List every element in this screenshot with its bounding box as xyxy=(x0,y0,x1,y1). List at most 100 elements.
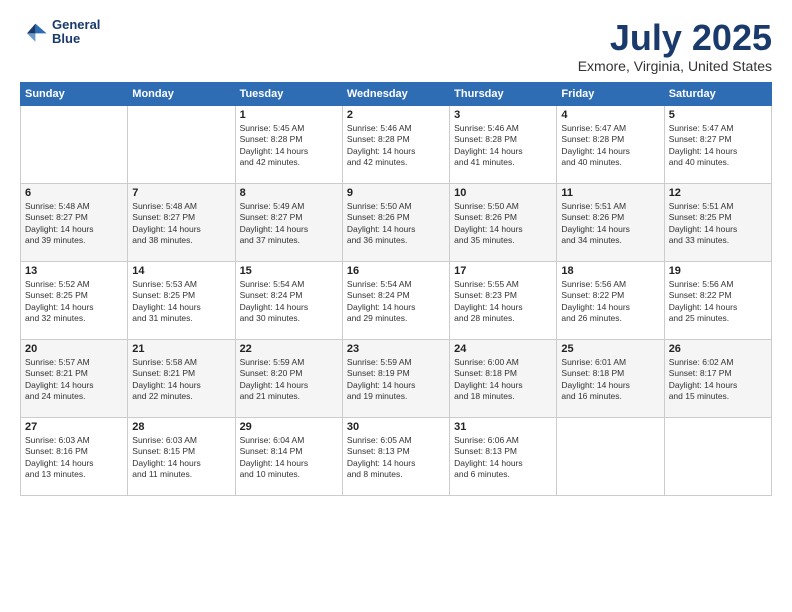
day-info: Sunrise: 6:04 AM Sunset: 8:14 PM Dayligh… xyxy=(240,435,338,481)
day-number: 13 xyxy=(25,265,123,277)
day-info: Sunrise: 5:58 AM Sunset: 8:21 PM Dayligh… xyxy=(132,357,230,403)
day-info: Sunrise: 6:03 AM Sunset: 8:16 PM Dayligh… xyxy=(25,435,123,481)
day-cell: 2Sunrise: 5:46 AM Sunset: 8:28 PM Daylig… xyxy=(342,105,449,183)
day-info: Sunrise: 5:46 AM Sunset: 8:28 PM Dayligh… xyxy=(454,123,552,169)
day-cell: 18 Sunrise: 5:56 AM Sunset: 8:22 PM Dayli… xyxy=(557,261,664,339)
week-row-4: 20 Sunrise: 5:57 AM Sunset: 8:21 PM Dayli… xyxy=(21,339,772,417)
day-number: 23 xyxy=(347,343,445,355)
week-row-1: 1 Sunrise: 5:45 AM Sunset: 8:28 PM Daylig… xyxy=(21,105,772,183)
day-number: 21 xyxy=(132,343,230,355)
day-number: 12 xyxy=(669,187,767,199)
day-cell: 26 Sunrise: 6:02 AM Sunset: 8:17 PM Dayli… xyxy=(664,339,771,417)
day-info: Sunrise: 6:05 AM Sunset: 8:13 PM Dayligh… xyxy=(347,435,445,481)
day-info: Sunrise: 5:49 AM Sunset: 8:27 PM Dayligh… xyxy=(240,201,338,247)
calendar-table: SundayMondayTuesdayWednesdayThursdayFrid… xyxy=(20,82,772,496)
day-info: Sunrise: 6:06 AM Sunset: 8:13 PM Dayligh… xyxy=(454,435,552,481)
day-cell: 28Sunrise: 6:03 AM Sunset: 8:15 PM Dayli… xyxy=(128,417,235,495)
day-cell: 7 Sunrise: 5:48 AM Sunset: 8:27 PM Daylig… xyxy=(128,183,235,261)
day-number: 14 xyxy=(132,265,230,277)
day-info: Sunrise: 5:59 AM Sunset: 8:19 PM Dayligh… xyxy=(347,357,445,403)
day-cell xyxy=(664,417,771,495)
day-info: Sunrise: 5:56 AM Sunset: 8:22 PM Dayligh… xyxy=(669,279,767,325)
day-cell: 19Sunrise: 5:56 AM Sunset: 8:22 PM Dayli… xyxy=(664,261,771,339)
weekday-header-wednesday: Wednesday xyxy=(342,82,449,105)
day-info: Sunrise: 5:47 AM Sunset: 8:28 PM Dayligh… xyxy=(561,123,659,169)
day-number: 25 xyxy=(561,343,659,355)
day-number: 20 xyxy=(25,343,123,355)
day-cell: 11 Sunrise: 5:51 AM Sunset: 8:26 PM Dayli… xyxy=(557,183,664,261)
day-info: Sunrise: 5:46 AM Sunset: 8:28 PM Dayligh… xyxy=(347,123,445,169)
day-info: Sunrise: 5:51 AM Sunset: 8:26 PM Dayligh… xyxy=(561,201,659,247)
day-cell: 24Sunrise: 6:00 AM Sunset: 8:18 PM Dayli… xyxy=(450,339,557,417)
day-cell: 21 Sunrise: 5:58 AM Sunset: 8:21 PM Dayli… xyxy=(128,339,235,417)
header: General Blue July 2025 Exmore, Virginia,… xyxy=(20,18,772,74)
logo-text: General Blue xyxy=(52,18,100,47)
day-cell: 6 Sunrise: 5:48 AM Sunset: 8:27 PM Daylig… xyxy=(21,183,128,261)
day-number: 30 xyxy=(347,421,445,433)
day-number: 9 xyxy=(347,187,445,199)
page: General Blue July 2025 Exmore, Virginia,… xyxy=(0,0,792,612)
day-number: 22 xyxy=(240,343,338,355)
weekday-header-thursday: Thursday xyxy=(450,82,557,105)
day-info: Sunrise: 6:02 AM Sunset: 8:17 PM Dayligh… xyxy=(669,357,767,403)
title-block: July 2025 Exmore, Virginia, United State… xyxy=(578,18,772,74)
day-cell xyxy=(557,417,664,495)
day-number: 29 xyxy=(240,421,338,433)
day-cell: 20 Sunrise: 5:57 AM Sunset: 8:21 PM Dayli… xyxy=(21,339,128,417)
day-info: Sunrise: 5:51 AM Sunset: 8:25 PM Dayligh… xyxy=(669,201,767,247)
day-number: 18 xyxy=(561,265,659,277)
day-cell: 17Sunrise: 5:55 AM Sunset: 8:23 PM Dayli… xyxy=(450,261,557,339)
day-number: 15 xyxy=(240,265,338,277)
weekday-header-monday: Monday xyxy=(128,82,235,105)
logo-line2: Blue xyxy=(52,32,100,46)
day-info: Sunrise: 6:01 AM Sunset: 8:18 PM Dayligh… xyxy=(561,357,659,403)
day-info: Sunrise: 5:50 AM Sunset: 8:26 PM Dayligh… xyxy=(347,201,445,247)
day-number: 27 xyxy=(25,421,123,433)
day-info: Sunrise: 5:56 AM Sunset: 8:22 PM Dayligh… xyxy=(561,279,659,325)
day-info: Sunrise: 5:50 AM Sunset: 8:26 PM Dayligh… xyxy=(454,201,552,247)
day-cell: 23 Sunrise: 5:59 AM Sunset: 8:19 PM Dayli… xyxy=(342,339,449,417)
title-location: Exmore, Virginia, United States xyxy=(578,58,772,74)
title-month: July 2025 xyxy=(578,18,772,58)
day-info: Sunrise: 5:53 AM Sunset: 8:25 PM Dayligh… xyxy=(132,279,230,325)
day-number: 28 xyxy=(132,421,230,433)
day-number: 16 xyxy=(347,265,445,277)
day-info: Sunrise: 5:48 AM Sunset: 8:27 PM Dayligh… xyxy=(132,201,230,247)
day-cell: 25 Sunrise: 6:01 AM Sunset: 8:18 PM Dayli… xyxy=(557,339,664,417)
week-row-3: 13Sunrise: 5:52 AM Sunset: 8:25 PM Dayli… xyxy=(21,261,772,339)
week-row-5: 27 Sunrise: 6:03 AM Sunset: 8:16 PM Dayli… xyxy=(21,417,772,495)
logo: General Blue xyxy=(20,18,100,47)
day-cell xyxy=(128,105,235,183)
day-number: 6 xyxy=(25,187,123,199)
day-number: 10 xyxy=(454,187,552,199)
day-info: Sunrise: 5:54 AM Sunset: 8:24 PM Dayligh… xyxy=(347,279,445,325)
day-cell: 10 Sunrise: 5:50 AM Sunset: 8:26 PM Dayli… xyxy=(450,183,557,261)
weekday-header-sunday: Sunday xyxy=(21,82,128,105)
weekday-header-friday: Friday xyxy=(557,82,664,105)
day-number: 7 xyxy=(132,187,230,199)
day-number: 1 xyxy=(240,109,338,121)
day-info: Sunrise: 5:55 AM Sunset: 8:23 PM Dayligh… xyxy=(454,279,552,325)
day-number: 24 xyxy=(454,343,552,355)
day-info: Sunrise: 5:48 AM Sunset: 8:27 PM Dayligh… xyxy=(25,201,123,247)
day-cell: 15 Sunrise: 5:54 AM Sunset: 8:24 PM Dayli… xyxy=(235,261,342,339)
day-info: Sunrise: 5:47 AM Sunset: 8:27 PM Dayligh… xyxy=(669,123,767,169)
day-cell: 27 Sunrise: 6:03 AM Sunset: 8:16 PM Dayli… xyxy=(21,417,128,495)
day-number: 4 xyxy=(561,109,659,121)
day-cell: 1 Sunrise: 5:45 AM Sunset: 8:28 PM Daylig… xyxy=(235,105,342,183)
day-cell: 8 Sunrise: 5:49 AM Sunset: 8:27 PM Daylig… xyxy=(235,183,342,261)
day-cell: 4 Sunrise: 5:47 AM Sunset: 8:28 PM Daylig… xyxy=(557,105,664,183)
day-cell: 3Sunrise: 5:46 AM Sunset: 8:28 PM Daylig… xyxy=(450,105,557,183)
day-cell: 5 Sunrise: 5:47 AM Sunset: 8:27 PM Daylig… xyxy=(664,105,771,183)
day-info: Sunrise: 5:57 AM Sunset: 8:21 PM Dayligh… xyxy=(25,357,123,403)
day-number: 11 xyxy=(561,187,659,199)
weekday-header-tuesday: Tuesday xyxy=(235,82,342,105)
day-info: Sunrise: 5:54 AM Sunset: 8:24 PM Dayligh… xyxy=(240,279,338,325)
day-cell: 31Sunrise: 6:06 AM Sunset: 8:13 PM Dayli… xyxy=(450,417,557,495)
day-cell: 16 Sunrise: 5:54 AM Sunset: 8:24 PM Dayli… xyxy=(342,261,449,339)
day-number: 8 xyxy=(240,187,338,199)
day-info: Sunrise: 5:59 AM Sunset: 8:20 PM Dayligh… xyxy=(240,357,338,403)
day-info: Sunrise: 5:45 AM Sunset: 8:28 PM Dayligh… xyxy=(240,123,338,169)
day-number: 5 xyxy=(669,109,767,121)
day-number: 26 xyxy=(669,343,767,355)
